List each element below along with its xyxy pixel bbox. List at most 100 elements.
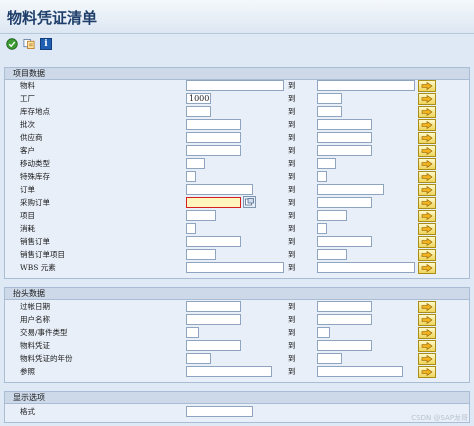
range-low-input[interactable] [186,171,196,182]
multiple-selection-button[interactable] [418,236,436,248]
field-label: 消耗 [20,224,35,233]
field-label: 采购订单 [20,198,50,207]
range-high-input[interactable] [317,80,415,91]
field-label: 批次 [20,120,35,129]
field-label: 工厂 [20,94,35,103]
range-high-input[interactable] [317,236,372,247]
multiple-selection-button[interactable] [418,340,436,352]
range-low-input[interactable] [186,314,241,325]
range-high-input[interactable] [317,262,415,273]
multiple-selection-button[interactable] [418,327,436,339]
range-low-input[interactable] [186,184,253,195]
range-low-input[interactable] [186,132,241,143]
range-low-input[interactable] [186,197,241,208]
range-low-input[interactable] [186,327,199,338]
form-row: 物料 到 [5,80,469,93]
form-row: 参照 到 [5,366,469,379]
title-bar: 物料凭证清单 [0,0,474,34]
range-high-input[interactable] [317,249,347,260]
range-high-input[interactable] [317,210,347,221]
arrow-right-icon [421,134,433,142]
multiple-selection-button[interactable] [418,106,436,118]
range-high-input[interactable] [317,145,372,156]
arrow-right-icon [421,108,433,116]
page-title: 物料凭证清单 [7,9,98,27]
group-header: 项目数据 [5,68,469,80]
info-icon[interactable]: i [40,38,52,50]
range-high-input[interactable] [317,314,372,325]
multiple-selection-button[interactable] [418,210,436,222]
multiple-selection-button[interactable] [418,197,436,209]
range-low-input[interactable] [186,249,216,260]
execute-icon[interactable] [6,38,18,50]
field-label: 库存地点 [20,107,50,116]
range-low-input[interactable] [186,301,241,312]
range-high-input[interactable] [317,184,384,195]
range-low-input[interactable] [186,236,241,247]
multiple-selection-button[interactable] [418,158,436,170]
arrow-right-icon [421,329,433,337]
range-low-input[interactable] [186,80,284,91]
range-low-input[interactable]: 1000 [186,93,211,104]
range-high-input[interactable] [317,132,372,143]
multiple-selection-button[interactable] [418,249,436,261]
range-high-input[interactable] [317,171,327,182]
multiple-selection-button[interactable] [418,171,436,183]
multiple-selection-button[interactable] [418,366,436,378]
arrow-right-icon [421,225,433,233]
multiple-selection-button[interactable] [418,223,436,235]
arrow-right-icon [421,342,433,350]
field-label: 项目 [20,211,35,220]
range-to-label: 到 [288,302,296,311]
range-to-label: 到 [288,367,296,376]
arrow-right-icon [421,199,433,207]
field-label: 用户名称 [20,315,50,324]
watermark: CSDN @SAP龙哥 [411,414,468,422]
range-high-input[interactable] [317,158,336,169]
multiple-selection-button[interactable] [418,80,436,92]
range-low-input[interactable] [186,106,211,117]
range-high-input[interactable] [317,340,372,351]
multiple-selection-button[interactable] [418,353,436,365]
range-high-input[interactable] [317,353,342,364]
range-low-input[interactable] [186,353,211,364]
field-label: 交易/事件类型 [20,328,68,337]
range-high-input[interactable] [317,223,327,234]
form-row: 移动类型 到 [5,158,469,171]
value-help-button[interactable] [243,196,256,208]
range-low-input[interactable] [186,158,205,169]
range-low-input[interactable] [186,366,272,377]
field-label: 客户 [20,146,35,155]
range-low-input[interactable] [186,119,241,130]
range-to-label: 到 [288,198,296,207]
form-row: 销售订单 到 [5,236,469,249]
range-high-input[interactable] [317,366,403,377]
form-row: 物料凭证 到 [5,340,469,353]
multiple-selection-button[interactable] [418,93,436,105]
multiple-selection-button[interactable] [418,184,436,196]
range-low-input[interactable] [186,210,216,221]
range-high-input[interactable] [317,106,342,117]
form-row: 供应商 到 [5,132,469,145]
arrow-right-icon [421,147,433,155]
range-high-input[interactable] [317,197,372,208]
multiple-selection-button[interactable] [418,145,436,157]
multiple-selection-button[interactable] [418,119,436,131]
field-label: 移动类型 [20,159,50,168]
range-high-input[interactable] [317,327,330,338]
range-low-input[interactable] [186,340,241,351]
form-row: 用户名称 到 [5,314,469,327]
range-to-label: 到 [288,328,296,337]
range-high-input[interactable] [317,119,372,130]
range-low-input[interactable] [186,262,284,273]
multiple-selection-button[interactable] [418,132,436,144]
multiple-selection-button[interactable] [418,314,436,326]
range-high-input[interactable] [317,93,342,104]
multiple-selection-button[interactable] [418,301,436,313]
multiple-selection-button[interactable] [418,262,436,274]
range-low-input[interactable] [186,223,196,234]
layout-field[interactable] [186,406,253,417]
get-variant-icon[interactable] [23,38,35,50]
range-low-input[interactable] [186,145,241,156]
range-high-input[interactable] [317,301,372,312]
